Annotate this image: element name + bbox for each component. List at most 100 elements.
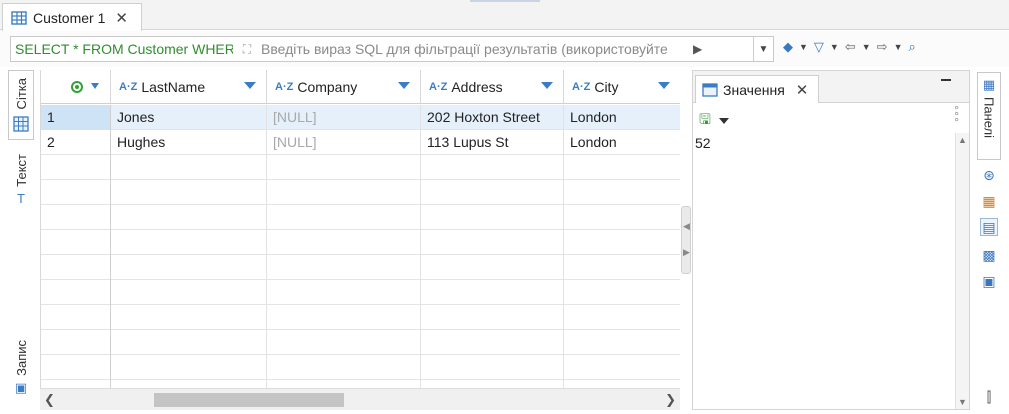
empty-cell — [421, 330, 564, 355]
results-grid: A·Z LastName A·Z Company A·Z Address A·Z… — [40, 70, 680, 388]
sort-az-icon: A·Z — [275, 80, 294, 93]
empty-cell — [111, 180, 267, 205]
minimize-icon[interactable] — [941, 79, 951, 81]
scroll-down-icon[interactable]: ▼ — [958, 397, 967, 407]
empty-row — [41, 155, 680, 180]
horizontal-scrollbar[interactable]: ❮ ❯ — [40, 388, 680, 410]
value-scrollbar[interactable]: ▲ ▼ — [955, 133, 969, 409]
tab-customer-1[interactable]: Customer 1 ✕ — [2, 3, 142, 31]
empty-cell — [111, 255, 267, 280]
metadata-icon[interactable]: ⊛ — [980, 166, 998, 184]
empty-cell — [111, 380, 267, 388]
table-icon — [11, 10, 27, 25]
cell-city[interactable]: London — [564, 105, 680, 130]
eraser-icon[interactable]: ◆ — [783, 39, 793, 55]
empty-cell — [41, 330, 111, 355]
column-header-lastname[interactable]: A·Z LastName — [111, 70, 267, 104]
empty-cell — [111, 330, 267, 355]
chevron-down-icon[interactable]: ▼ — [862, 42, 871, 52]
filter-input-box[interactable]: SELECT * FROM Customer WHER ⛶ Введіть ви… — [10, 36, 774, 62]
empty-cell — [421, 230, 564, 255]
collapse-right-icon[interactable]: ▶ — [683, 247, 690, 258]
empty-row — [41, 355, 680, 380]
scroll-right-icon[interactable]: ❯ — [665, 392, 676, 408]
sort-az-icon: A·Z — [429, 80, 448, 93]
cell-company[interactable]: [NULL] — [267, 105, 421, 130]
tab-grid[interactable]: Сітка — [8, 70, 34, 140]
empty-cell — [421, 355, 564, 380]
column-menu-icon[interactable] — [244, 82, 256, 89]
sql-query-text[interactable]: SELECT * FROM Customer WHER — [11, 41, 233, 57]
scrollbar-thumb[interactable] — [154, 393, 344, 407]
panel-splitter-handle[interactable]: ◀ ▶ — [681, 206, 691, 274]
value-viewer-icon[interactable]: ▤ — [980, 218, 998, 236]
empty-cell — [564, 305, 680, 330]
close-icon[interactable]: ✕ — [115, 9, 128, 27]
apply-filter-icon[interactable]: ▶ — [693, 42, 707, 56]
scroll-left-icon[interactable]: ❮ — [44, 392, 55, 408]
chart-icon[interactable]: ▩ — [980, 246, 998, 264]
empty-cell — [111, 305, 267, 330]
empty-row — [41, 230, 680, 255]
cell-lastname[interactable]: Jones — [111, 105, 267, 130]
references-icon[interactable]: ▣ — [980, 272, 998, 290]
text-icon: T — [17, 190, 25, 206]
filter-icon[interactable]: ▽ — [814, 39, 824, 55]
empty-cell — [41, 205, 111, 230]
cell-value-text[interactable]: 52 — [695, 135, 711, 151]
empty-cell — [267, 255, 421, 280]
row-number[interactable]: 1 — [41, 105, 111, 130]
empty-cell — [267, 305, 421, 330]
chevron-down-icon[interactable] — [91, 83, 99, 89]
cell-address[interactable]: 202 Hoxton Street — [421, 105, 564, 130]
record-icon: ▣ — [14, 379, 28, 395]
empty-cell — [41, 305, 111, 330]
search-icon[interactable]: ⌕ — [909, 39, 916, 55]
layout-icon[interactable]: ⫿ — [980, 388, 998, 406]
empty-cell — [41, 180, 111, 205]
tab-record[interactable]: Запис ▣ — [8, 334, 34, 402]
panels-strip: ▦ Панелі ⊛ ▦ ▤ ▩ ▣ ⫿ — [975, 70, 1005, 410]
chevron-down-icon[interactable]: ▼ — [799, 42, 808, 52]
back-icon[interactable]: ⇦ — [845, 39, 856, 55]
empty-cell — [421, 180, 564, 205]
column-menu-icon[interactable] — [658, 82, 670, 89]
empty-cell — [41, 380, 111, 388]
empty-cell — [421, 205, 564, 230]
table-row[interactable]: 2 Hughes [NULL] 113 Lupus St London — [41, 130, 680, 155]
cell-address[interactable]: 113 Lupus St — [421, 130, 564, 155]
empty-cell — [564, 355, 680, 380]
column-menu-icon[interactable] — [398, 82, 410, 89]
row-number-header[interactable] — [41, 70, 111, 104]
close-icon[interactable]: ✕ — [796, 81, 809, 99]
column-menu-icon[interactable] — [541, 82, 553, 89]
tab-panels[interactable]: ▦ Панелі — [977, 72, 1001, 160]
column-header-company[interactable]: A·Z Company — [267, 70, 421, 104]
save-icon[interactable]: 🖫 — [699, 109, 711, 133]
grouping-icon[interactable]: ▦ — [980, 192, 998, 210]
cell-city[interactable]: London — [564, 130, 680, 155]
column-header-city[interactable]: A·Z City — [564, 70, 680, 104]
empty-cell — [267, 280, 421, 305]
empty-cell — [267, 330, 421, 355]
empty-cell — [267, 355, 421, 380]
chevron-down-icon[interactable]: ▼ — [830, 42, 839, 52]
table-row[interactable]: 1 Jones [NULL] 202 Hoxton Street London — [41, 105, 680, 130]
collapse-left-icon[interactable]: ◀ — [683, 221, 690, 232]
tab-text[interactable]: Текст T — [8, 148, 34, 212]
chevron-down-icon[interactable] — [718, 118, 729, 124]
filter-input[interactable]: Введіть вираз SQL для фільтрації результ… — [261, 41, 693, 57]
cell-lastname[interactable]: Hughes — [111, 130, 267, 155]
record-tab-label: Запис — [13, 340, 29, 376]
cell-company[interactable]: [NULL] — [267, 130, 421, 155]
scroll-up-icon[interactable]: ▲ — [958, 135, 967, 145]
row-number[interactable]: 2 — [41, 130, 111, 155]
column-header-address[interactable]: A·Z Address — [421, 70, 564, 104]
chevron-down-icon[interactable]: ▼ — [894, 42, 903, 52]
expand-icon[interactable]: ⛶ — [233, 42, 261, 57]
forward-icon[interactable]: ⇨ — [877, 39, 888, 55]
tab-value[interactable]: Значення ✕ — [695, 75, 819, 103]
filter-history-dropdown[interactable]: ▼ — [753, 37, 773, 61]
more-options-icon[interactable]: ° ° ° — [954, 104, 959, 128]
empty-cell — [41, 280, 111, 305]
